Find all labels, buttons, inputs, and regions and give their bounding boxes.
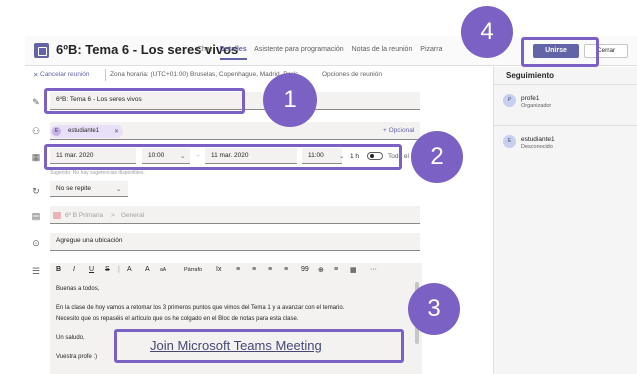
participant-name: profe1 — [521, 95, 540, 102]
callout-highlight-title — [44, 88, 245, 114]
tab-chat[interactable]: Chat — [197, 46, 212, 53]
team-icon — [53, 212, 61, 219]
calendar-small-icon: ▦ — [31, 152, 41, 162]
horizontal-rule-button[interactable]: ≡ — [334, 266, 338, 273]
editor-line: Necesito que os repaséis el artículo que… — [56, 316, 299, 322]
avatar: P — [503, 94, 516, 107]
callout-highlight-datetime — [44, 144, 402, 170]
channel-separator: > — [111, 212, 115, 219]
cancel-icon[interactable]: ✕ — [33, 71, 38, 79]
calendar-icon — [34, 43, 49, 58]
avatar: E — [52, 127, 61, 136]
table-icon[interactable]: ▦ — [350, 266, 357, 274]
tab-bar: Chat Detalles Asistente para programació… — [197, 46, 448, 60]
tracking-title: Seguimiento — [506, 71, 555, 80]
callout-highlight-join-button — [521, 37, 599, 67]
increase-indent-button[interactable]: ≡ — [252, 266, 256, 273]
panel-divider — [493, 67, 494, 374]
add-people-icon: ⚇ — [31, 126, 41, 136]
underline-button[interactable]: U — [89, 266, 94, 273]
bold-button[interactable]: B — [56, 266, 61, 273]
remove-attendee-icon[interactable]: ✕ — [114, 128, 119, 135]
participant-role: Desconocido — [521, 144, 553, 150]
quote-button[interactable]: 99 — [301, 266, 309, 273]
attendee-chip[interactable]: E estudiante1 ✕ — [50, 125, 123, 138]
cancel-meeting-button[interactable]: Cancelar reunión — [40, 71, 90, 78]
channel-name: General — [121, 212, 145, 219]
strikethrough-button[interactable]: S — [105, 266, 110, 273]
tracking-panel — [494, 67, 637, 374]
callout-badge-4: 4 — [461, 6, 513, 58]
location-input[interactable]: Agregue una ubicación — [50, 233, 420, 251]
chevron-down-icon: ⌄ — [116, 186, 122, 193]
sub-toolbar: ✕ Cancelar reunión Zona horaria: (UTC+01… — [25, 67, 493, 83]
tab-details[interactable]: Detalles — [219, 46, 247, 60]
participant-role: Organizador — [521, 103, 552, 109]
paragraph-dropdown[interactable]: Párrafo — [184, 267, 202, 273]
highlight-button[interactable]: A — [127, 266, 132, 273]
timezone-selector[interactable]: Zona horaria: (UTC+01:00) Bruselas, Cope… — [110, 71, 298, 78]
channel-icon: ▤ — [31, 211, 41, 221]
formatting-toolbar: B I U S | A A aA Párrafo Ix ≡ ≡ ≡ ≡ 99 ⊕… — [50, 263, 422, 279]
editor-line: En la clase de hoy vamos a retomar los 3… — [56, 305, 345, 311]
panel-divider — [494, 125, 637, 126]
callout-badge-1: 1 — [263, 73, 317, 127]
tab-scheduling-assistant[interactable]: Asistente para programación — [254, 46, 344, 53]
callout-highlight-join-link — [114, 329, 404, 363]
editor-line: Buenas a todos, — [56, 286, 100, 292]
description-icon: ☰ — [31, 266, 41, 276]
italic-button[interactable]: I — [73, 266, 75, 273]
participant-name: estudiante1 — [521, 136, 555, 143]
attendee-name: estudiante1 — [68, 128, 100, 134]
callout-badge-2: 2 — [411, 131, 463, 183]
pencil-icon: ✎ — [32, 97, 40, 107]
editor-line: Vuestra profe :) — [56, 354, 98, 360]
location-icon: ⊙ — [32, 238, 40, 248]
bulleted-list-button[interactable]: ≡ — [268, 266, 272, 273]
tab-meeting-notes[interactable]: Notas de la reunión — [352, 46, 413, 53]
avatar: E — [503, 135, 516, 148]
editor-line: Un saludo, — [56, 335, 85, 341]
tab-whiteboard[interactable]: Pizarra — [420, 46, 442, 53]
toolbar-divider: | — [118, 266, 120, 273]
repeat-icon: ↻ — [32, 186, 40, 196]
divider — [105, 69, 106, 81]
panel-divider — [494, 84, 637, 85]
suggestion-text: Sugerido: No hay sugerencias disponibles… — [50, 170, 145, 176]
font-color-button[interactable]: A — [145, 266, 150, 273]
team-name: 6º B Primaria — [65, 212, 104, 219]
numbered-list-button[interactable]: ≡ — [284, 266, 288, 273]
channel-input[interactable] — [50, 206, 420, 224]
clear-format-button[interactable]: Ix — [216, 266, 221, 273]
more-options-icon[interactable]: ··· — [370, 266, 377, 273]
font-size-button[interactable]: aA — [160, 267, 166, 273]
callout-badge-3: 3 — [408, 283, 460, 335]
decrease-indent-button[interactable]: ≡ — [236, 266, 240, 273]
link-icon[interactable]: ⊕ — [318, 266, 324, 274]
meeting-options-button[interactable]: Opciones de reunión — [322, 71, 382, 78]
optional-attendee-button[interactable]: + Opcional — [383, 127, 414, 134]
